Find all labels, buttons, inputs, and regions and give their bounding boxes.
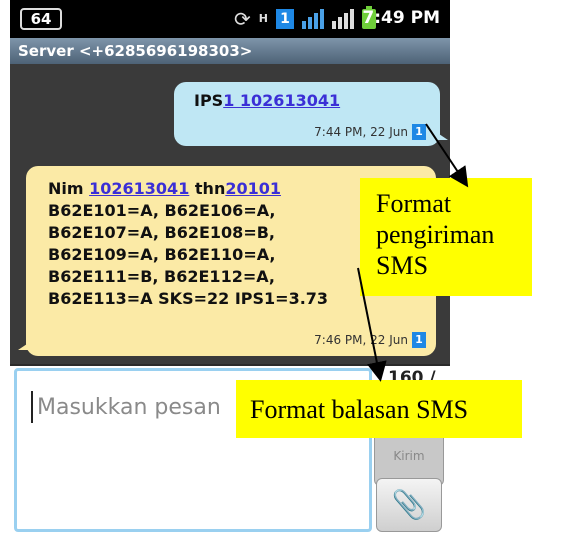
sent-message-time: 7:44 PM, 22 Jun [314, 125, 408, 139]
signal-icon [331, 9, 354, 29]
sim-badge-icon: 1 [412, 332, 426, 348]
status-icons: ⟳ H 1 [234, 6, 376, 32]
sim-badge-icon: 1 [275, 9, 294, 29]
paperclip-icon: 📎 [391, 488, 427, 521]
send-format-annotation: Format pengiriman SMS [360, 178, 532, 296]
text-caret [31, 391, 33, 423]
message-link[interactable]: 102613041 [89, 179, 189, 198]
clock: 7:49 PM [362, 8, 440, 28]
reply-format-annotation: Format balasan SMS [236, 380, 522, 438]
received-message-time: 7:46 PM, 22 Jun [314, 333, 408, 347]
message-link[interactable]: 1 102613041 [223, 91, 340, 110]
received-message-meta: 7:46 PM, 22 Jun 1 [314, 332, 426, 348]
sent-message-meta: 7:44 PM, 22 Jun 1 [314, 124, 426, 140]
sent-message-text: IPS1 102613041 [194, 91, 341, 110]
signal-icon [301, 9, 324, 29]
sent-message-bubble[interactable]: IPS1 102613041 7:44 PM, 22 Jun 1 [174, 82, 448, 146]
notification-count-badge[interactable]: 64 [20, 8, 62, 30]
network-type-icon: H [258, 12, 268, 25]
sync-icon: ⟳ [234, 7, 251, 31]
message-input-placeholder: Masukkan pesan [37, 395, 221, 420]
status-bar: 64 ⟳ H 1 7:49 PM [10, 0, 450, 38]
message-link[interactable]: 20101 [225, 179, 281, 198]
attach-button[interactable]: 📎 [376, 478, 442, 532]
conversation-header: Server <+6285696198303> [10, 38, 450, 64]
sim-badge-icon: 1 [412, 124, 426, 140]
